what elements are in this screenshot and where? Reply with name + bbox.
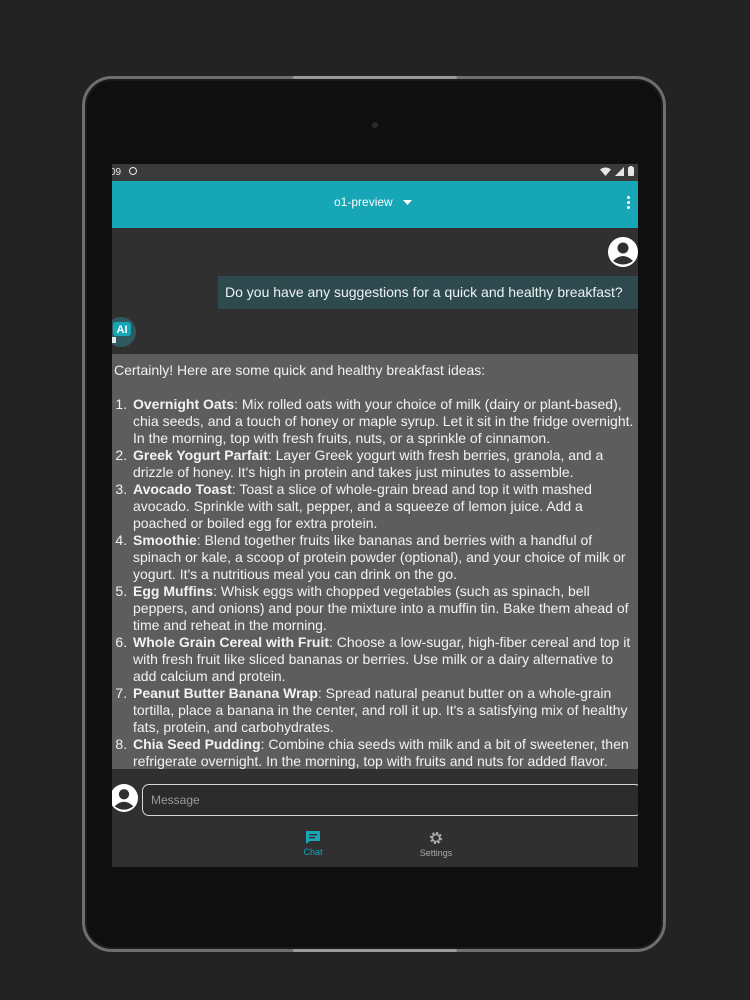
list-item: Smoothie: Blend together fruits like ban…: [131, 532, 638, 583]
list-item-title: Overnight Oats: [133, 396, 235, 412]
nav-tab-chat[interactable]: Chat: [283, 830, 343, 857]
ai-suggestion-list: Overnight Oats: Mix rolled oats with you…: [114, 396, 638, 769]
message-input[interactable]: [142, 784, 638, 816]
status-bar: 09: [112, 164, 638, 181]
message-composer: [112, 784, 638, 818]
list-item-title: Greek Yogurt Parfait: [133, 447, 268, 463]
status-icons: [600, 166, 634, 176]
chat-area[interactable]: Do you have any suggestions for a quick …: [112, 228, 638, 769]
notification-icon: [129, 167, 137, 175]
nav-tab-chat-label: Chat: [303, 847, 323, 857]
user-avatar-icon: [112, 784, 138, 812]
wifi-icon: [600, 167, 611, 176]
list-item-title: Whole Grain Cereal with Fruit: [133, 634, 330, 650]
front-camera: [372, 122, 378, 128]
status-time: 09: [112, 167, 122, 178]
list-item: Greek Yogurt Parfait: Layer Greek yogurt…: [131, 447, 638, 481]
model-selector[interactable]: o1-preview: [334, 195, 412, 209]
app-bar: o1-preview: [112, 181, 638, 228]
caret-down-icon: [402, 199, 412, 205]
gear-icon: [429, 831, 443, 845]
bottom-navigation: Chat Settings: [112, 824, 638, 867]
list-item-title: Avocado Toast: [133, 481, 232, 497]
list-item-title: Egg Muffins: [133, 583, 214, 599]
list-item: Egg Muffins: Whisk eggs with chopped veg…: [131, 583, 638, 634]
screen: 09 o1-preview Do you have any suggestion…: [112, 164, 638, 867]
list-item: Whole Grain Cereal with Fruit: Choose a …: [131, 634, 638, 685]
ai-intro-text: Certainly! Here are some quick and healt…: [114, 362, 486, 378]
battery-icon: [628, 166, 634, 176]
power-button: [293, 76, 457, 79]
ai-message-bubble: Certainly! Here are some quick and healt…: [112, 354, 638, 769]
chat-bubble-icon: [306, 831, 320, 844]
nav-tab-settings-label: Settings: [419, 848, 453, 858]
list-item-title: Peanut Butter Banana Wrap: [133, 685, 318, 701]
list-item: Overnight Oats: Mix rolled oats with you…: [131, 396, 638, 447]
ai-avatar-label: AI: [117, 324, 128, 336]
list-item-title: Chia Seed Pudding: [133, 736, 261, 752]
list-item-title: Smoothie: [133, 532, 197, 548]
nav-tab-settings[interactable]: Settings: [406, 830, 466, 858]
list-item-text: : Blend together fruits like bananas and…: [133, 532, 626, 582]
user-message-bubble: Do you have any suggestions for a quick …: [218, 276, 638, 309]
bottom-edge: [293, 949, 457, 952]
overflow-menu-icon[interactable]: [623, 194, 633, 214]
list-item: Avocado Toast: Toast a slice of whole-gr…: [131, 481, 638, 532]
list-item: Chia Seed Pudding: Combine chia seeds wi…: [131, 736, 638, 769]
ai-avatar-icon: AI: [112, 317, 136, 347]
model-name: o1-preview: [334, 195, 393, 209]
list-item: Peanut Butter Banana Wrap: Spread natura…: [131, 685, 638, 736]
user-message-text: Do you have any suggestions for a quick …: [225, 284, 623, 300]
user-avatar-icon: [608, 237, 638, 267]
cell-signal-icon: [615, 166, 624, 176]
